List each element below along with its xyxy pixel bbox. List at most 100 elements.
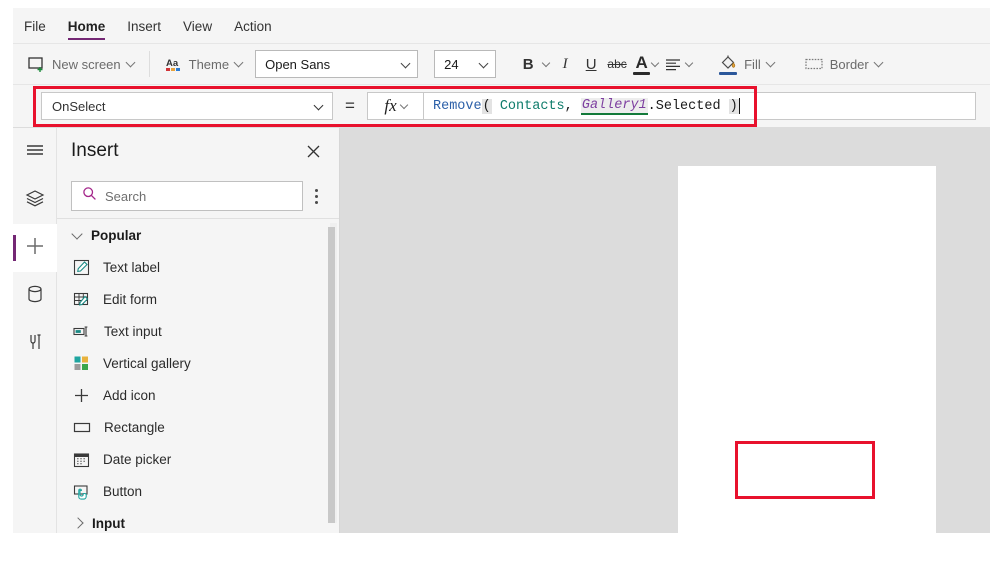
formula-token-close-paren: ): [728, 98, 739, 114]
formula-token-property: .Selected: [647, 98, 729, 114]
font-family-select[interactable]: Open Sans: [255, 50, 419, 78]
chevron-down-icon: [125, 57, 136, 68]
rail-item-menu[interactable]: [13, 128, 57, 176]
border-group: Border: [789, 44, 897, 84]
formula-bar: OnSelect = fx Remove( Contacts, Gallery1…: [13, 85, 990, 128]
insert-icon: [24, 235, 46, 262]
menu-item-view[interactable]: View: [172, 19, 223, 43]
insert-item-list[interactable]: Popular Text label Edit form Text input …: [57, 218, 339, 531]
insert-group-popular[interactable]: Popular: [57, 219, 339, 251]
insert-item-vertical-gallery[interactable]: Vertical gallery: [57, 347, 339, 379]
app-screen[interactable]: Yvonne McKay (sample) someone_a@example.…: [678, 166, 936, 533]
insert-item-label: Button: [103, 483, 143, 499]
bold-label: B: [522, 55, 534, 73]
chevron-down-icon: [541, 58, 551, 67]
chevron-down-icon: [71, 227, 83, 240]
date-picker-icon: [73, 451, 90, 468]
insert-item-rectangle[interactable]: Rectangle: [57, 411, 339, 443]
insert-item-label: Vertical gallery: [103, 355, 191, 371]
fill-button[interactable]: Fill: [711, 50, 781, 79]
formula-input[interactable]: Remove( Contacts, Gallery1 .Selected ): [423, 92, 976, 120]
border-button[interactable]: Border: [797, 52, 889, 76]
chevron-down-icon: [399, 100, 408, 109]
menu-item-insert[interactable]: Insert: [116, 19, 172, 43]
button-icon: [73, 483, 90, 500]
chevron-down-icon: [233, 57, 244, 68]
data-icon: [25, 283, 45, 310]
underline-button[interactable]: U: [578, 50, 604, 78]
fill-swatch: [719, 71, 738, 75]
rail-item-data[interactable]: [13, 272, 57, 320]
strikethrough-button[interactable]: abc: [604, 50, 630, 78]
menu-icon: [24, 142, 46, 163]
more-options-icon[interactable]: [303, 188, 329, 204]
insert-item-label: Edit form: [103, 291, 158, 307]
font-color-swatch: [633, 71, 651, 75]
rectangle-icon: [73, 419, 91, 436]
insert-item-edit-form[interactable]: Edit form: [57, 283, 339, 315]
insert-panel-title: Insert: [71, 140, 119, 161]
theme-label: Theme: [188, 56, 230, 72]
window-left-edge: [0, 0, 13, 561]
advanced-tools-icon: [25, 331, 45, 358]
font-family-value: Open Sans: [265, 56, 331, 72]
property-select[interactable]: OnSelect: [41, 92, 333, 120]
formula-token-control: Gallery1: [580, 97, 648, 115]
chevron-down-icon: [650, 58, 660, 67]
vertical-gallery-icon: [73, 355, 90, 372]
rail-item-advanced-tools[interactable]: [13, 320, 57, 368]
chevron-down-icon: [400, 58, 411, 69]
font-color-label: A: [635, 52, 648, 72]
new-screen-icon: [28, 56, 46, 72]
font-size-group: 24: [426, 44, 504, 84]
formula-token-open-paren: (: [481, 98, 492, 114]
border-label: Border: [829, 56, 869, 72]
command-toolbar: New screen Aa Theme Open Sans 24 B I U a…: [13, 44, 990, 85]
fill-icon: [718, 54, 738, 75]
insert-group-label: Popular: [91, 227, 142, 243]
property-value: OnSelect: [52, 98, 106, 114]
search-input[interactable]: Search: [71, 181, 303, 211]
left-rail: [13, 128, 57, 533]
add-icon: [73, 387, 90, 404]
chevron-down-icon: [765, 57, 776, 68]
search-icon: [82, 186, 97, 206]
fx-button[interactable]: fx: [367, 92, 423, 120]
font-color-icon: A: [633, 52, 651, 75]
align-button[interactable]: [661, 56, 695, 72]
insert-item-add-icon[interactable]: Add icon: [57, 379, 339, 411]
insert-item-label: Date picker: [103, 451, 172, 467]
rail-item-tree-view[interactable]: [13, 176, 57, 224]
insert-panel-scroll-thumb[interactable]: [328, 227, 335, 523]
font-color-button[interactable]: A: [630, 54, 661, 75]
menu-item-home[interactable]: Home: [57, 19, 117, 43]
bold-button[interactable]: B: [512, 50, 552, 78]
insert-item-button[interactable]: Button: [57, 475, 339, 507]
chevron-right-icon: [72, 517, 84, 529]
insert-panel-scrollbar[interactable]: [328, 223, 337, 523]
fill-label: Fill: [744, 56, 761, 72]
insert-item-text-label[interactable]: Text label: [57, 251, 339, 283]
text-cursor: [738, 98, 741, 114]
rail-item-insert[interactable]: [13, 224, 57, 272]
insert-search-row: Search: [57, 174, 339, 218]
insert-item-text-input[interactable]: Text input: [57, 315, 339, 347]
font-size-select[interactable]: 24: [434, 50, 497, 78]
insert-item-date-picker[interactable]: Date picker: [57, 443, 339, 475]
new-screen-button[interactable]: New screen: [21, 52, 141, 76]
insert-group-input[interactable]: Input: [57, 507, 339, 531]
italic-button[interactable]: I: [552, 50, 578, 78]
menu-item-action[interactable]: Action: [223, 19, 283, 43]
tree-view-icon: [24, 188, 46, 213]
text-input-icon: [73, 323, 91, 340]
font-size-value: 24: [444, 56, 459, 72]
menu-item-file[interactable]: File: [13, 19, 57, 43]
close-icon[interactable]: [301, 139, 325, 163]
app-canvas[interactable]: Yvonne McKay (sample) someone_a@example.…: [340, 128, 990, 533]
new-screen-label: New screen: [52, 56, 121, 72]
edit-form-icon: [73, 291, 90, 308]
theme-button[interactable]: Aa Theme: [158, 52, 249, 76]
insert-panel: Insert Search Popular Text label Edit fo…: [57, 128, 340, 533]
chevron-down-icon: [684, 58, 694, 67]
power-apps-studio: File Home Insert View Action New screen: [0, 0, 1005, 561]
